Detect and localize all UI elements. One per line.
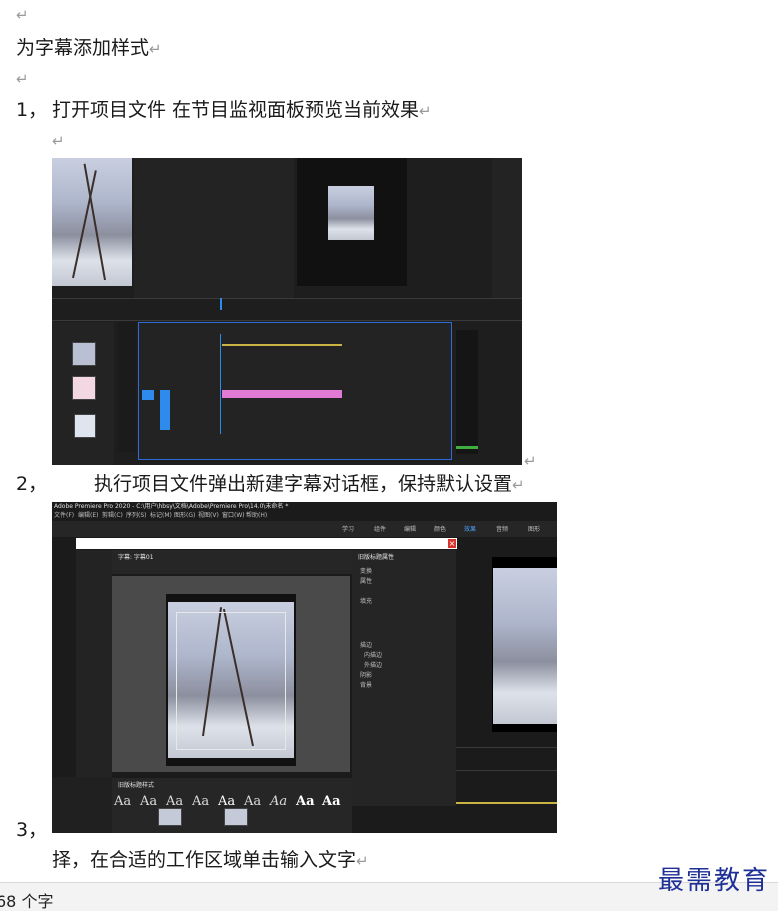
style-swatch[interactable]: Aa xyxy=(140,794,157,809)
workspace-bar: 学习 组件 编辑 颜色 效果 音频 图形 xyxy=(52,521,557,537)
title-dialog-header xyxy=(76,538,457,549)
brand-watermark: 最需教育 xyxy=(657,866,770,896)
step-3-number-line: 3， xyxy=(16,818,47,842)
menu-item[interactable]: 文件(F) xyxy=(54,512,74,519)
title-toolbar: 字幕: 字幕01 xyxy=(112,550,352,574)
clip-thumbnail xyxy=(74,414,96,438)
styles-panel-label: 旧版标题样式 xyxy=(118,782,155,789)
program-preview xyxy=(493,568,557,724)
menu-item[interactable]: 图形(G) xyxy=(174,512,195,519)
close-icon[interactable]: × xyxy=(448,539,456,548)
menu-item[interactable]: 视图(V) xyxy=(198,512,219,519)
premiere-screenshot-2: Adobe Premiere Pro 2020 - C:\用户\hbsy\文档\… xyxy=(52,502,557,833)
paragraph-mark: ↵ xyxy=(52,132,65,150)
project-panel xyxy=(52,777,112,833)
safe-margin xyxy=(176,612,286,750)
menu-item[interactable]: 编辑(E) xyxy=(78,512,98,519)
legacy-title-properties: 旧版标题属性 变换 属性 填充 描边 内描边 外描边 阴影 背景 xyxy=(352,550,456,806)
step-text: 择，在合适的工作区域单击输入文字 xyxy=(52,849,357,871)
paragraph-mark: ↵ xyxy=(16,70,29,88)
menu-item[interactable]: 序列(S) xyxy=(126,512,147,519)
menu-bar: 文件(F) 编辑(E) 剪辑(C) 序列(S) 标记(M) 图形(G) 视图(V… xyxy=(54,512,554,520)
step-number: 1， xyxy=(16,99,48,121)
style-swatch[interactable]: Aa xyxy=(166,794,183,809)
workspace-tab[interactable]: 音频 xyxy=(496,526,508,533)
style-swatch[interactable]: Aa xyxy=(270,794,287,809)
step-text: 执行项目文件弹出新建字幕对话框，保持默认设置 xyxy=(94,473,513,495)
step-text: 打开项目文件 在节目监视面板预览当前效果 xyxy=(52,99,420,121)
style-swatch[interactable]: Aa xyxy=(192,794,209,809)
workspace-tab[interactable]: 图形 xyxy=(528,526,540,533)
paragraph-mark: ↵ xyxy=(419,102,432,120)
style-swatch[interactable]: Aa xyxy=(218,794,235,809)
prop-item[interactable]: 外描边 xyxy=(364,662,382,669)
menu-item[interactable]: 剪辑(C) xyxy=(102,512,123,519)
clip-thumbnail xyxy=(72,376,96,400)
workspace-tab[interactable]: 组件 xyxy=(374,526,386,533)
timeline-clip xyxy=(222,390,342,398)
prop-item[interactable]: 描边 xyxy=(360,642,372,649)
window-title: Adobe Premiere Pro 2020 - C:\用户\hbsy\文档\… xyxy=(54,503,289,510)
paragraph-mark: ↵ xyxy=(16,6,29,24)
prop-item[interactable]: 内描边 xyxy=(364,652,382,659)
menu-item[interactable]: 窗口(W) xyxy=(222,512,245,519)
document-title: 为字幕添加样式↵ xyxy=(16,36,162,61)
prop-item[interactable]: 阴影 xyxy=(360,672,372,679)
style-swatch[interactable]: Aa xyxy=(114,794,131,809)
menu-item[interactable]: 标记(M) xyxy=(150,512,172,519)
step-2: 2， 执行项目文件弹出新建字幕对话框，保持默认设置↵ xyxy=(16,472,525,497)
tools-panel xyxy=(118,322,136,452)
style-swatch[interactable]: Aa xyxy=(244,794,261,809)
audio-meter xyxy=(456,330,478,454)
paragraph-mark: ↵ xyxy=(356,852,369,870)
prop-item[interactable]: 变换 xyxy=(360,568,372,575)
prop-item[interactable]: 背景 xyxy=(360,682,372,689)
workspace-tab[interactable]: 颜色 xyxy=(434,526,446,533)
paragraph-mark: ↵ xyxy=(524,452,537,470)
premiere-screenshot-1 xyxy=(52,158,522,465)
step-1: 1， 打开项目文件 在节目监视面板预览当前效果↵ xyxy=(16,98,432,123)
clip-thumbnail xyxy=(72,342,96,366)
prop-item[interactable]: 填充 xyxy=(360,598,372,605)
paragraph-mark: ↵ xyxy=(512,476,525,494)
program-preview xyxy=(328,186,374,240)
props-panel-label: 旧版标题属性 xyxy=(358,554,395,561)
word-count[interactable]: 68 个字 xyxy=(0,888,53,912)
clip-thumbnail xyxy=(158,808,182,826)
step-3: 择，在合适的工作区域单击输入文字↵ xyxy=(52,848,369,873)
workspace-tab[interactable]: 学习 xyxy=(342,526,354,533)
workspace-tab[interactable]: 效果 xyxy=(464,526,476,533)
paragraph-mark: ↵ xyxy=(149,40,162,58)
menu-item[interactable]: 帮助(H) xyxy=(246,512,267,519)
workspace-tab[interactable]: 编辑 xyxy=(404,526,416,533)
title-tools-panel xyxy=(76,550,112,790)
step-number: 3， xyxy=(16,819,48,841)
prop-item[interactable]: 属性 xyxy=(360,578,372,585)
source-monitor-image xyxy=(52,158,132,286)
style-swatch[interactable]: Aa xyxy=(322,794,341,809)
style-swatch[interactable]: Aa xyxy=(296,794,315,809)
step-number: 2， xyxy=(16,473,48,495)
title-text: 为字幕添加样式 xyxy=(16,37,150,59)
title-panel-label: 字幕: 字幕01 xyxy=(118,554,154,561)
clip-thumbnail xyxy=(224,808,248,826)
